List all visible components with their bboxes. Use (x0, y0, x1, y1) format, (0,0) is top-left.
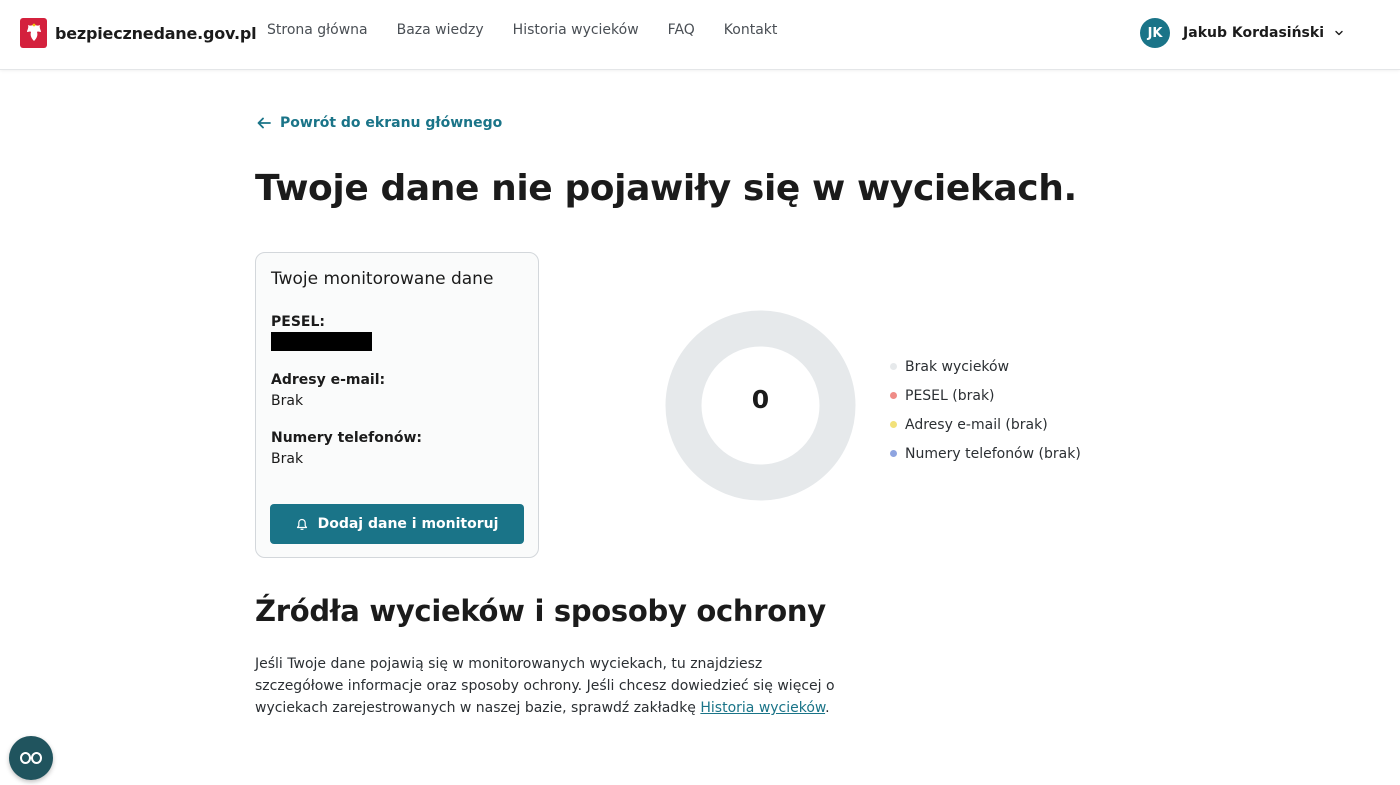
pesel-label: PESEL: (271, 314, 325, 330)
pesel-field: PESEL: (271, 314, 523, 351)
nav-link-home[interactable]: Strona główna (267, 22, 368, 38)
card-title: Twoje monitorowane dane (271, 269, 494, 289)
legend-dot-icon (890, 450, 897, 457)
nav-link-faq[interactable]: FAQ (668, 22, 695, 38)
site-name: bezpiecznedane.gov.pl (55, 23, 257, 43)
accessibility-glasses-icon (20, 752, 42, 764)
legend-dot-icon (890, 363, 897, 370)
chart-legend: Brak wycieków PESEL (brak) Adresy e-mail… (890, 352, 1081, 468)
main-nav: Strona główna Baza wiedzy Historia wycie… (267, 22, 806, 38)
site-brand[interactable]: bezpiecznedane.gov.pl (20, 17, 257, 49)
polish-eagle-emblem-icon (20, 18, 47, 48)
page-title: Twoje dane nie pojawiły się w wyciekach. (255, 168, 1077, 209)
avatar: JK (1140, 18, 1171, 48)
phone-label: Numery telefonów: (271, 430, 422, 446)
chevron-down-icon (1335, 30, 1343, 36)
accessibility-button[interactable] (9, 736, 53, 780)
legend-item-phones: Numery telefonów (brak) (890, 439, 1081, 468)
bell-icon (296, 518, 307, 530)
legend-label: PESEL (brak) (905, 387, 995, 404)
user-name: Jakub Kordasiński (1183, 25, 1324, 41)
back-to-home-link[interactable]: Powrót do ekranu głównego (257, 115, 502, 131)
nav-link-leak-history[interactable]: Historia wycieków (513, 22, 639, 38)
legend-item-emails: Adresy e-mail (brak) (890, 410, 1081, 439)
legend-dot-icon (890, 392, 897, 399)
nav-link-knowledge-base[interactable]: Baza wiedzy (397, 22, 484, 38)
leak-history-link[interactable]: Historia wycieków (700, 700, 825, 716)
legend-label: Brak wycieków (905, 358, 1010, 375)
legend-dot-icon (890, 421, 897, 428)
phone-value: Brak (271, 451, 304, 467)
email-label: Adresy e-mail: (271, 372, 386, 388)
leak-count-value: 0 (751, 385, 770, 414)
email-field: Adresy e-mail: Brak (271, 372, 523, 409)
pesel-redacted-value (271, 332, 372, 351)
sources-text-end: . (825, 700, 830, 716)
nav-link-contact[interactable]: Kontakt (724, 22, 778, 38)
add-and-monitor-label: Dodaj dane i monitoruj (317, 516, 499, 532)
monitored-data-card: Twoje monitorowane dane PESEL: Adresy e-… (255, 252, 539, 558)
top-navigation-bar: bezpiecznedane.gov.pl Strona główna Baza… (0, 0, 1400, 70)
arrow-left-icon (257, 117, 271, 129)
phone-field: Numery telefonów: Brak (271, 430, 523, 467)
email-value: Brak (271, 393, 304, 409)
legend-label: Adresy e-mail (brak) (905, 416, 1048, 433)
sources-section-title: Źródła wycieków i sposoby ochrony (255, 594, 826, 628)
legend-item-pesel: PESEL (brak) (890, 381, 1081, 410)
user-menu[interactable]: JK Jakub Kordasiński (1140, 18, 1344, 48)
sources-section-text: Jeśli Twoje dane pojawią się w monitorow… (255, 653, 855, 719)
add-and-monitor-button[interactable]: Dodaj dane i monitoruj (270, 504, 524, 544)
legend-label: Numery telefonów (brak) (905, 445, 1081, 462)
back-link-label: Powrót do ekranu głównego (280, 115, 503, 131)
legend-item-no-leaks: Brak wycieków (890, 352, 1081, 381)
